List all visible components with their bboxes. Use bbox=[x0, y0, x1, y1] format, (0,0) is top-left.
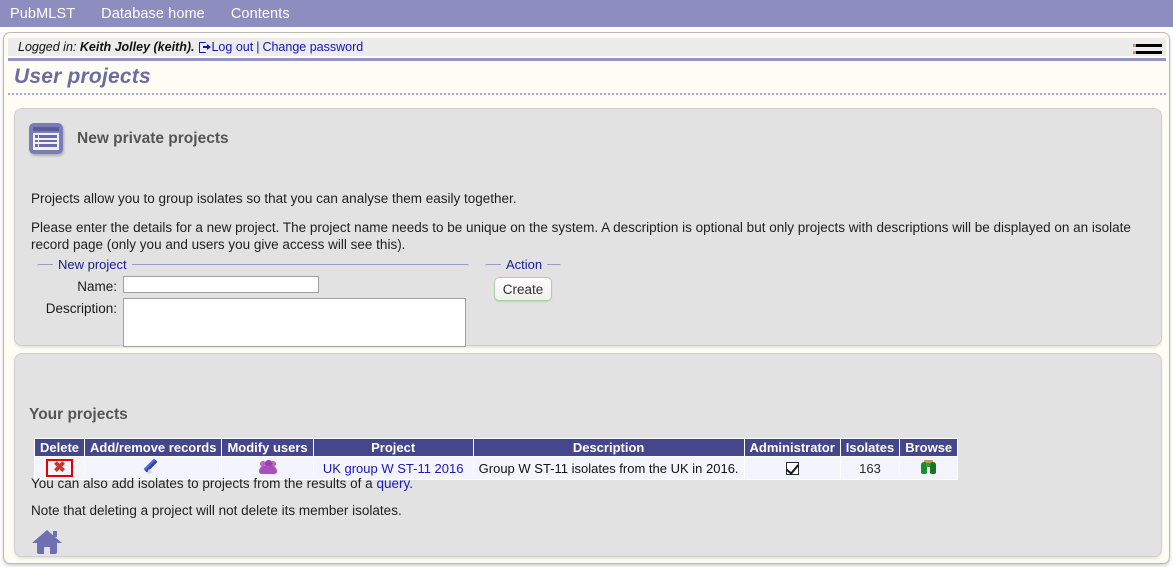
new-project-legend: New project bbox=[58, 257, 127, 272]
description-label: Description: bbox=[45, 301, 117, 316]
create-button[interactable]: Create bbox=[494, 277, 552, 301]
column-header-description: Description bbox=[472, 438, 745, 457]
action-fieldset: Action Create bbox=[485, 257, 561, 345]
administrator-checkbox[interactable] bbox=[785, 461, 799, 475]
column-header-project: Project bbox=[312, 438, 474, 457]
home-icon[interactable] bbox=[32, 528, 62, 554]
users-icon[interactable] bbox=[258, 459, 277, 474]
new-projects-header: New private projects bbox=[15, 109, 1161, 154]
project-description-textarea[interactable] bbox=[123, 298, 466, 347]
name-label: Name: bbox=[77, 279, 117, 294]
column-header-isolates: Isolates bbox=[839, 438, 901, 457]
nav-item-pubmlst[interactable]: PubMLST bbox=[10, 6, 75, 22]
action-legend: Action bbox=[506, 257, 543, 272]
cell-isolates: 163 bbox=[839, 456, 901, 480]
description-row: Description: bbox=[37, 298, 469, 347]
logged-in-bar: Logged in: Keith Jolley (keith). Log out… bbox=[8, 38, 1166, 56]
list-icon bbox=[29, 123, 63, 154]
table-header-row: Delete Add/remove records Modify users P… bbox=[33, 438, 959, 457]
delete-note: Note that deleting a project will not de… bbox=[31, 503, 402, 518]
log-out-link[interactable]: Log out bbox=[211, 40, 253, 54]
nav-item-contents[interactable]: Contents bbox=[231, 6, 290, 22]
column-header-modify-users: Modify users bbox=[221, 438, 314, 457]
cell-browse bbox=[899, 456, 959, 480]
page-container: Logged in: Keith Jolley (keith). Log out… bbox=[3, 32, 1170, 564]
pencil-icon[interactable] bbox=[143, 458, 161, 476]
top-navigation-bar: PubMLST Database home Contents bbox=[0, 0, 1173, 27]
query-note-text-after: . bbox=[409, 476, 413, 491]
page-title-bar: User projects bbox=[8, 58, 1166, 95]
your-projects-panel: Your projects Delete Add/remove records … bbox=[14, 353, 1162, 557]
column-header-delete: Delete bbox=[33, 438, 86, 457]
logout-arrow-icon[interactable] bbox=[199, 41, 212, 53]
query-link[interactable]: query bbox=[376, 476, 409, 491]
project-name-input[interactable] bbox=[123, 276, 319, 293]
page-title: User projects bbox=[14, 65, 151, 88]
new-projects-heading: New private projects bbox=[77, 129, 229, 147]
cross-icon[interactable]: ✖ bbox=[53, 460, 66, 475]
delete-highlight-box: ✖ bbox=[46, 459, 73, 477]
column-header-browse: Browse bbox=[899, 438, 959, 457]
intro-paragraph-2: Please enter the details for a new proje… bbox=[31, 220, 1131, 252]
new-project-fieldset: New project Name: Description: bbox=[37, 257, 469, 347]
your-projects-heading: Your projects bbox=[29, 406, 128, 423]
column-header-administrator: Administrator bbox=[743, 438, 841, 457]
loginbar-separator: | bbox=[256, 40, 260, 54]
change-password-link[interactable]: Change password bbox=[262, 40, 363, 54]
name-row: Name: bbox=[37, 276, 469, 294]
project-link[interactable]: UK group W ST-11 2016 bbox=[323, 461, 464, 476]
logged-in-prefix: Logged in: bbox=[18, 40, 77, 54]
query-note-text-before: You can also add isolates to projects fr… bbox=[31, 476, 377, 491]
logged-in-user: Keith Jolley (keith). bbox=[79, 40, 195, 54]
intro-paragraph-1: Projects allow you to group isolates so … bbox=[31, 191, 517, 206]
cell-administrator bbox=[743, 456, 841, 480]
binoculars-icon[interactable] bbox=[920, 459, 937, 474]
projects-table: Delete Add/remove records Modify users P… bbox=[33, 438, 959, 480]
nav-item-database-home[interactable]: Database home bbox=[101, 6, 205, 22]
query-note: You can also add isolates to projects fr… bbox=[31, 476, 413, 491]
column-header-add-remove-records: Add/remove records bbox=[84, 438, 223, 457]
new-private-projects-panel: New private projects Projects allow you … bbox=[14, 108, 1162, 347]
cell-description: Group W ST-11 isolates from the UK in 20… bbox=[472, 456, 745, 480]
